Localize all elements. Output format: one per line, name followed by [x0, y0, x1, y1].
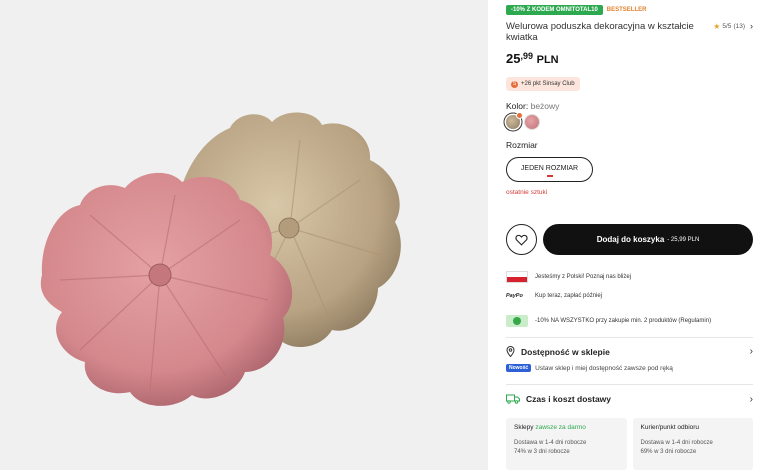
product-title: Welurowa poduszka dekoracyjna w kształci…	[506, 21, 694, 43]
new-badge: Nowość	[506, 364, 532, 372]
pink-flower-pillow	[40, 172, 293, 406]
club-points-text: +26 pkt Sinsay Club	[521, 81, 575, 87]
free-delivery-note: zawsze za darmo	[535, 424, 586, 431]
chevron-right-icon: ›	[749, 346, 753, 357]
badges: -10% Z KODEM OMNITOTAL10 BESTSELLER	[506, 5, 646, 15]
availability-text: Ustaw sklep i miej dostępność zawsze pod…	[535, 364, 673, 372]
wishlist-button[interactable]	[506, 224, 537, 255]
rating[interactable]: ★ 5/5 (13) ›	[713, 21, 753, 31]
color-label: Kolor: beżowy	[506, 101, 560, 111]
chevron-right-icon: ›	[749, 393, 753, 405]
info-paypo-text: Kup teraz, zapłać później	[535, 293, 603, 299]
availability-title: Dostępność w sklepie	[521, 346, 610, 357]
add-to-cart-label: Dodaj do koszyka	[596, 235, 665, 244]
info-poland[interactable]: Jesteśmy z Polski! Poznaj nas bliżej	[506, 271, 631, 283]
price-main: 25	[506, 51, 521, 66]
card-line: 74% w 3 dni robocze	[514, 449, 570, 455]
product-panel: -10% Z KODEM OMNITOTAL10 BESTSELLER Welu…	[506, 0, 753, 470]
info-poland-text: Jesteśmy z Polski! Poznaj nas bliżej	[535, 274, 632, 280]
info-promo-text: -10% NA WSZYSTKO przy zakupie min. 2 pro…	[535, 318, 712, 324]
color-swatches	[506, 112, 539, 129]
card-heading: Kurier/punkt odbioru	[640, 424, 700, 431]
card-line: 69% w 3 dni robocze	[640, 449, 697, 455]
add-to-cart-button[interactable]: Dodaj do koszyka - 25,99 PLN	[543, 224, 753, 255]
promo-badge: -10% Z KODEM OMNITOTAL10	[506, 5, 603, 15]
divider	[506, 384, 753, 385]
add-to-cart-price: - 25,99 PLN	[667, 236, 700, 243]
size-button[interactable]: JEDEN ROZMIAR	[506, 157, 593, 182]
card-heading: Sklepy zawsze za darmo	[514, 424, 586, 431]
location-pin-icon	[506, 346, 515, 357]
swatch-pink[interactable]	[525, 115, 539, 129]
delivery-title: Czas i koszt dostawy	[526, 394, 612, 404]
bestseller-badge: BESTSELLER	[606, 7, 647, 13]
promo-tag-icon	[506, 315, 528, 327]
delivery-cards: Sklepy zawsze za darmo Dostawa w 1-4 dni…	[506, 418, 753, 470]
delivery-card-stores: Sklepy zawsze za darmo Dostawa w 1-4 dni…	[506, 418, 627, 470]
poland-flag-icon	[506, 271, 528, 283]
price-decimal: ,99	[520, 51, 533, 61]
availability-section[interactable]: Dostępność w sklepie ›	[506, 346, 753, 357]
truck-icon	[506, 394, 520, 404]
card-line: Dostawa w 1-4 dni robocze	[640, 440, 713, 446]
club-icon: S	[511, 80, 518, 88]
color-value: beżowy	[530, 101, 560, 111]
rating-value: 5/5	[722, 22, 732, 30]
club-points: S +26 pkt Sinsay Club	[506, 77, 580, 91]
rating-count: (13)	[733, 22, 745, 30]
price: 25,99 PLN	[506, 51, 559, 66]
info-paypo[interactable]: PayPo Kup teraz, zapłać później	[506, 293, 602, 299]
divider	[506, 337, 753, 338]
paypo-logo-icon: PayPo	[506, 293, 523, 299]
size-label: Rozmiar	[506, 140, 538, 150]
heart-icon	[515, 234, 528, 246]
star-icon: ★	[713, 21, 721, 31]
price-currency: PLN	[536, 54, 559, 66]
stock-note: ostatnie sztuki	[506, 189, 548, 196]
delivery-section[interactable]: Czas i koszt dostawy ›	[506, 393, 753, 405]
delivery-card-courier: Kurier/punkt odbioru Dostawa w 1-4 dni r…	[632, 418, 753, 470]
info-promo[interactable]: -10% NA WSZYSTKO przy zakupie min. 2 pro…	[506, 315, 711, 327]
card-line: Dostawa w 1-4 dni robocze	[514, 440, 587, 446]
chevron-right-icon: ›	[750, 21, 753, 31]
availability-note: Nowość Ustaw sklep i miej dostępność zaw…	[506, 364, 673, 372]
swatch-beige[interactable]	[506, 112, 523, 129]
product-image[interactable]	[0, 0, 488, 470]
